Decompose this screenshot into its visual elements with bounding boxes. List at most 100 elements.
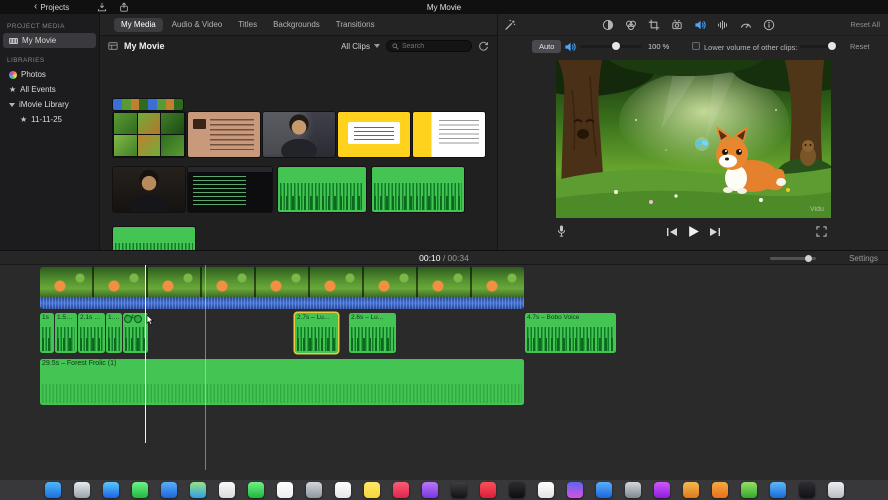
media-thumbnail-doc[interactable] <box>188 112 260 157</box>
playhead[interactable] <box>145 265 146 443</box>
dock-icon-maps[interactable] <box>189 482 206 498</box>
tab-audio-video[interactable]: Audio & Video <box>165 18 230 32</box>
video-clip-filmstrip[interactable] <box>40 267 524 297</box>
sidebar: PROJECT MEDIA My Movie LIBRARIES Photos ★… <box>0 14 100 250</box>
loop-playback-icon[interactable] <box>478 41 489 52</box>
color-balance-icon[interactable] <box>602 19 614 31</box>
dock-icon-numbers[interactable] <box>740 482 757 498</box>
media-thumbnail-webcam-dark[interactable] <box>113 167 185 212</box>
dock-icon-notes[interactable] <box>363 482 380 498</box>
media-thumbnail-filmgrid[interactable] <box>113 112 185 157</box>
timeline-zoom-knob[interactable] <box>804 254 812 262</box>
dock-icon-trash[interactable] <box>827 482 844 498</box>
audio-clip[interactable]: 1s <box>40 313 54 353</box>
media-thumbnail-terminal[interactable] <box>188 167 272 212</box>
dock-icon-messages[interactable] <box>131 482 148 498</box>
dock-icon-pages[interactable] <box>711 482 728 498</box>
noise-reduction-icon[interactable] <box>717 19 729 31</box>
media-thumbnail-webcam-light[interactable] <box>263 112 335 157</box>
dock-icon-keynote[interactable] <box>769 482 786 498</box>
fullscreen-icon[interactable] <box>816 226 827 237</box>
media-thumbnail-slide-white[interactable] <box>413 112 485 157</box>
dock-icon-facetime[interactable] <box>247 482 264 498</box>
music-clip[interactable]: 29.5s – Forest Frolic (1) <box>40 359 524 405</box>
dock-icon-garageband[interactable] <box>682 482 699 498</box>
audio-clip[interactable]: 1.2... <box>106 313 122 353</box>
sidebar-item-label: Photos <box>21 70 46 79</box>
dock-icon-podcasts[interactable] <box>421 482 438 498</box>
audio-clip-label: 2.1s – L... <box>80 314 105 321</box>
crop-icon[interactable] <box>648 19 660 31</box>
dock-icon-reminders[interactable] <box>334 482 351 498</box>
volume-slider[interactable] <box>580 42 642 50</box>
dock-icon-app-store[interactable] <box>595 482 612 498</box>
ducking-slider-knob[interactable] <box>828 42 837 50</box>
enhance-wand-icon[interactable] <box>504 19 516 31</box>
dock-icon-photos[interactable] <box>218 482 235 498</box>
audio-clip[interactable]: 1.5s –... <box>55 313 77 353</box>
timeline-toolbar: 00:10 / 00:34 Settings <box>0 250 888 264</box>
audio-clip-label: 4.7s – Bobo Voice <box>527 314 580 321</box>
audio-waveform <box>125 338 146 351</box>
audio-clip[interactable]: 2.6s – Lu... <box>349 313 396 353</box>
dock-icon-stocks[interactable] <box>508 482 525 498</box>
audio-clip[interactable]: 4.7s – Bobo Voice <box>525 313 616 353</box>
sidebar-item-all-events[interactable]: ★ All Events <box>3 82 96 97</box>
lower-volume-checkbox[interactable] <box>692 42 700 50</box>
play-button[interactable] <box>687 225 700 238</box>
clip-info-icon[interactable] <box>763 19 775 31</box>
reset-all-button[interactable]: Reset All <box>850 20 880 29</box>
tab-backgrounds[interactable]: Backgrounds <box>266 18 327 32</box>
appearance-icon[interactable] <box>108 41 118 51</box>
dock-icon-terminal[interactable] <box>798 482 815 498</box>
speed-icon[interactable] <box>740 19 752 31</box>
voiceover-mic-icon[interactable] <box>556 224 567 238</box>
clip-effect-badge <box>134 315 142 323</box>
stabilization-icon[interactable] <box>671 19 683 31</box>
dock-icon-calendar[interactable] <box>276 482 293 498</box>
dock-icon-freeform[interactable] <box>537 482 554 498</box>
audio-waveform <box>108 327 120 351</box>
video-clip-audio-waveform[interactable] <box>40 297 524 309</box>
sidebar-item-11-11-25[interactable]: ★ 11-11-25 <box>3 112 96 127</box>
search-field[interactable] <box>386 40 472 52</box>
search-input[interactable] <box>402 42 466 50</box>
dock-icon-tv[interactable] <box>450 482 467 498</box>
media-thumbnail-slide-yellow[interactable] <box>338 112 410 157</box>
color-correction-icon[interactable] <box>625 19 637 31</box>
audio-clip-label: 1.2... <box>108 314 122 321</box>
sidebar-item-imovie-library[interactable]: iMovie Library <box>3 97 96 112</box>
media-thumbnail-audio[interactable] <box>372 167 464 212</box>
tab-transitions[interactable]: Transitions <box>329 18 382 32</box>
dock-icon-imovie[interactable] <box>653 482 670 498</box>
audio-clip[interactable]: 2.7s – Lu... <box>295 313 338 353</box>
dock-icon-launchpad[interactable] <box>73 482 90 498</box>
audio-clip[interactable]: 2.1s – L... <box>78 313 105 353</box>
dock-icon-contacts[interactable] <box>305 482 322 498</box>
dock-icon-finder[interactable] <box>44 482 61 498</box>
media-thumbnail-ministrip[interactable] <box>113 99 183 110</box>
previous-frame-button[interactable] <box>666 227 678 237</box>
dock-icon-news[interactable] <box>479 482 496 498</box>
reset-button[interactable]: Reset <box>850 42 870 51</box>
sidebar-item-label: All Events <box>20 85 56 94</box>
auto-button[interactable]: Auto <box>532 40 562 53</box>
dock-icon-shortcuts[interactable] <box>566 482 583 498</box>
timeline-zoom-slider[interactable] <box>770 254 816 262</box>
media-thumbnail-audio[interactable] <box>278 167 366 212</box>
all-clips-dropdown[interactable]: All Clips <box>341 42 380 51</box>
dock-icon-mail[interactable] <box>160 482 177 498</box>
dock-icon-settings[interactable] <box>624 482 641 498</box>
next-frame-button[interactable] <box>709 227 721 237</box>
ducking-slider[interactable] <box>800 42 838 50</box>
tab-my-media[interactable]: My Media <box>114 17 163 32</box>
tab-titles[interactable]: Titles <box>231 18 264 32</box>
dock-icon-safari[interactable] <box>102 482 119 498</box>
sidebar-item-photos[interactable]: Photos <box>3 67 96 82</box>
settings-button[interactable]: Settings <box>849 254 878 263</box>
volume-icon[interactable] <box>694 19 706 31</box>
volume-slider-knob[interactable] <box>611 42 620 50</box>
mouse-cursor <box>146 314 154 326</box>
dock-icon-music[interactable] <box>392 482 409 498</box>
sidebar-item-my-movie[interactable]: My Movie <box>3 33 96 48</box>
